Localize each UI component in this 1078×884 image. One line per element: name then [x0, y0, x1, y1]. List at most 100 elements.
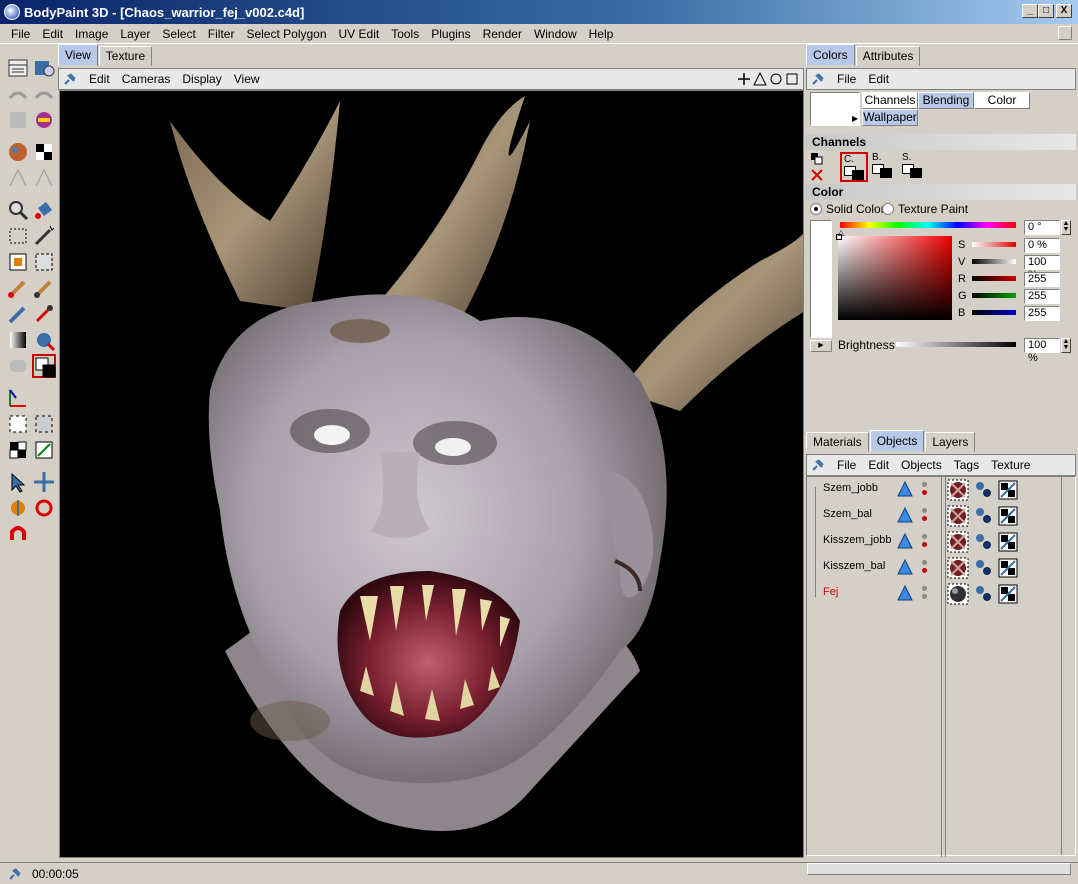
move-icon[interactable] [32, 470, 56, 494]
magnifier-icon[interactable] [6, 198, 30, 222]
axis-icon[interactable] [6, 386, 30, 410]
uv-polygons-icon[interactable] [32, 412, 56, 436]
brightness-slider[interactable] [896, 342, 1016, 347]
menu-file[interactable]: File [5, 27, 36, 41]
uvw-tag-icon[interactable] [997, 531, 1019, 553]
magnet-icon[interactable] [6, 522, 30, 546]
mode-tab-wallpaper[interactable]: Wallpaper [862, 109, 918, 126]
eraser-icon[interactable] [6, 354, 30, 378]
magic-wand-icon[interactable] [32, 224, 56, 248]
texture-tag-icon[interactable] [973, 479, 995, 501]
tab-layers[interactable]: Layers [925, 432, 976, 452]
menu-select[interactable]: Select [156, 27, 201, 41]
viewport-pin-icon[interactable] [63, 72, 77, 86]
slider-s-track[interactable] [972, 242, 1016, 247]
zoom-icon[interactable] [753, 71, 767, 86]
slider-r-track[interactable] [972, 276, 1016, 281]
slider-v-value[interactable]: 100 % [1024, 255, 1060, 281]
colors-pin-icon[interactable] [811, 72, 825, 86]
radio-texture-paint[interactable] [882, 203, 894, 215]
channel-specular[interactable]: S. [900, 152, 928, 182]
maximize-button[interactable]: □ [1038, 4, 1054, 18]
object-row-kisszem-bal[interactable]: Kisszem_bal [807, 555, 1073, 581]
texture-tag-icon[interactable] [973, 557, 995, 579]
menu-image[interactable]: Image [69, 27, 114, 41]
menu-window[interactable]: Window [528, 27, 583, 41]
tab-objects[interactable]: Objects [869, 430, 925, 452]
uv-points-icon[interactable] [6, 412, 30, 436]
visibility-dots[interactable] [922, 586, 927, 602]
redo-icon[interactable] [32, 84, 56, 108]
maximize-view-icon[interactable] [785, 72, 799, 86]
gradient-icon[interactable] [6, 328, 30, 352]
smudge-icon[interactable] [32, 276, 56, 300]
texture-tag-icon[interactable] [973, 531, 995, 553]
object-name-selected[interactable]: Fej [823, 586, 838, 598]
channel-color[interactable]: C. [840, 152, 868, 182]
delete-channel-icon[interactable] [810, 168, 824, 182]
object-name[interactable]: Kisszem_bal [823, 560, 885, 572]
object-name[interactable]: Kisszem_jobb [823, 534, 891, 546]
menu-edit[interactable]: Edit [36, 27, 69, 41]
view-menu-cameras[interactable]: Cameras [116, 72, 177, 86]
status-pin-icon[interactable] [8, 867, 22, 881]
menu-filter[interactable]: Filter [202, 27, 241, 41]
minimize-button[interactable]: _ [1022, 4, 1038, 18]
rect-select-icon[interactable] [6, 224, 30, 248]
swap-colors-icon[interactable] [810, 152, 824, 166]
layout-manager-icon[interactable] [6, 56, 30, 80]
brush-icon[interactable] [6, 276, 30, 300]
menu-plugins[interactable]: Plugins [425, 27, 476, 41]
menu-help[interactable]: Help [583, 27, 620, 41]
view-menu-display[interactable]: Display [176, 72, 227, 86]
undo-icon[interactable] [6, 84, 30, 108]
slider-g-value[interactable]: 255 [1024, 289, 1060, 304]
tab-colors[interactable]: Colors [806, 44, 855, 66]
slider-b-track[interactable] [972, 310, 1016, 315]
object-row-kisszem-jobb[interactable]: Kisszem_jobb [807, 529, 1073, 555]
channel-bump[interactable]: B. [870, 152, 898, 182]
menu-uv-edit[interactable]: UV Edit [333, 27, 386, 41]
eyedropper-icon[interactable] [32, 302, 56, 326]
uvw-tag-icon[interactable] [997, 583, 1019, 605]
brightness-expand-icon[interactable]: ▶ [810, 340, 832, 352]
brush-settings-icon[interactable] [6, 108, 30, 132]
menu-layer[interactable]: Layer [114, 27, 156, 41]
clone-icon[interactable] [32, 250, 56, 274]
menu-select-polygon[interactable]: Select Polygon [240, 27, 332, 41]
visibility-dots[interactable] [922, 534, 927, 547]
projection-paint-icon[interactable] [32, 108, 56, 132]
hue-slider[interactable] [840, 222, 1016, 228]
view-menu-view[interactable]: View [228, 72, 266, 86]
radio-solid-color[interactable] [810, 203, 822, 215]
colors-menu-file[interactable]: File [831, 72, 862, 86]
objects-menu-objects[interactable]: Objects [895, 458, 948, 472]
material-tag-icon[interactable] [947, 557, 969, 579]
objects-menu-file[interactable]: File [831, 458, 862, 472]
slider-g-track[interactable] [972, 293, 1016, 298]
object-name[interactable]: Szem_jobb [823, 482, 878, 494]
objects-menu-texture[interactable]: Texture [985, 458, 1036, 472]
colors-menu-edit[interactable]: Edit [862, 72, 895, 86]
hue-value-field[interactable]: 0 ° [1024, 220, 1060, 235]
view-menu-edit[interactable]: Edit [83, 72, 116, 86]
close-button[interactable]: X [1056, 4, 1072, 18]
transform-icon[interactable] [6, 250, 30, 274]
tab-materials[interactable]: Materials [806, 432, 869, 452]
rotate-icon[interactable] [32, 496, 56, 520]
paint-wizard-icon[interactable] [32, 56, 56, 80]
viewport-3d[interactable] [59, 90, 804, 858]
object-row-szem-bal[interactable]: Szem_bal [807, 503, 1073, 529]
fill-tool-icon[interactable] [32, 198, 56, 222]
brightness-spinner[interactable]: ▲ ▼ [1061, 338, 1071, 353]
mesh-tool-2-icon[interactable] [32, 166, 56, 190]
objects-pin-icon[interactable] [811, 458, 825, 472]
bucket-icon[interactable] [32, 328, 56, 352]
scale-icon[interactable] [6, 496, 30, 520]
slider-b-value[interactable]: 255 [1024, 306, 1060, 321]
object-row-szem-jobb[interactable]: Szem_jobb [807, 477, 1073, 503]
material-tag-icon[interactable] [947, 505, 969, 527]
color-swatch-icon[interactable] [32, 354, 56, 378]
material-tag-icon[interactable] [947, 583, 969, 605]
pointer-icon[interactable] [6, 470, 30, 494]
